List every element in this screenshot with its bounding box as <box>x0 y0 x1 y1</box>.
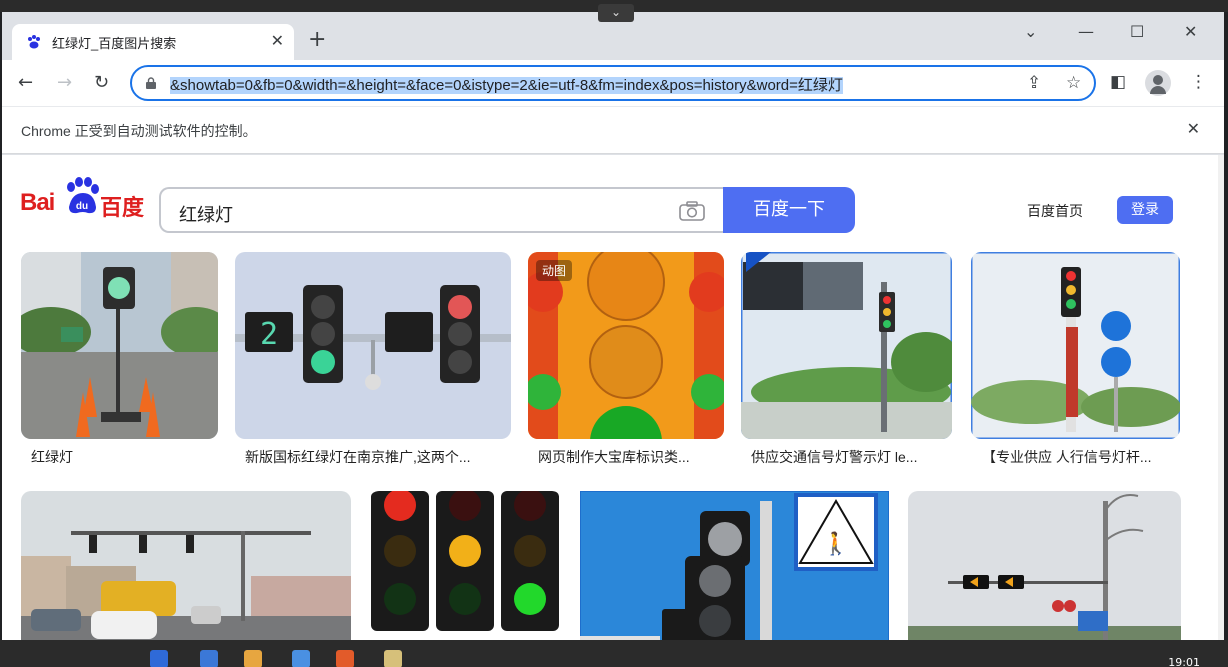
minimize-icon[interactable]: — <box>1078 22 1094 41</box>
logo-bai-text: Bai <box>20 189 55 216</box>
animated-badge: 动图 <box>536 260 573 281</box>
taskbar-app-icon[interactable] <box>244 650 262 667</box>
tab-title: 红绿灯_百度图片搜索 <box>52 36 177 51</box>
baidu-paw-logo-icon: du <box>67 177 99 214</box>
camera-icon[interactable] <box>679 201 705 221</box>
result-image-6[interactable] <box>21 491 351 640</box>
result-image-7[interactable] <box>369 491 562 640</box>
result-caption-1[interactable]: 红绿灯 <box>31 447 211 467</box>
baidu-paw-icon <box>28 35 40 49</box>
result-image-5[interactable] <box>971 252 1180 439</box>
share-icon[interactable]: ⇪ <box>1027 73 1041 93</box>
result-caption-2[interactable]: 新版国标红绿灯在南京推广,这两个... <box>245 447 505 467</box>
taskbar-clock[interactable]: 19:01 <box>1168 656 1200 667</box>
side-panel-icon[interactable]: ◧ <box>1110 72 1126 92</box>
tab-active[interactable]: 红绿灯_百度图片搜索 ✕ <box>12 24 294 60</box>
maximize-icon[interactable]: ☐ <box>1130 22 1144 41</box>
logo-du-text: du <box>76 201 88 212</box>
result-image-4[interactable] <box>741 252 952 439</box>
vertical-scrollbar[interactable] <box>1218 155 1224 640</box>
forward-arrow-icon[interactable]: → <box>57 72 72 93</box>
tab-close-icon[interactable]: ✕ <box>271 31 284 50</box>
logo-chinese-text: 百度 <box>100 196 145 221</box>
lock-icon <box>146 77 156 89</box>
tab-search-chevron-icon[interactable]: ⌄ <box>1024 22 1037 41</box>
search-button[interactable]: 百度一下 <box>723 187 855 233</box>
login-button[interactable]: 登录 <box>1117 196 1173 224</box>
baidu-logo[interactable]: Bai du 百度 <box>20 177 144 221</box>
os-taskbar: 19:01 <box>0 640 1228 667</box>
taskbar-app-icon[interactable] <box>200 650 218 667</box>
taskbar-app-icon[interactable] <box>150 650 168 667</box>
taskbar-app-icon[interactable] <box>292 650 310 667</box>
new-tab-button[interactable]: + <box>308 29 326 51</box>
result-image-8[interactable]: 🚶 <box>580 491 889 640</box>
baidu-home-link[interactable]: 百度首页 <box>1027 201 1083 221</box>
menu-kebab-icon[interactable]: ⋮ <box>1190 72 1207 92</box>
result-image-9[interactable] <box>908 491 1181 640</box>
result-image-1[interactable] <box>21 252 218 439</box>
result-caption-4[interactable]: 供应交通信号灯警示灯 le... <box>751 447 946 467</box>
chrome-window: 红绿灯_百度图片搜索 ✕ + ⌄ — ☐ ✕ ← → ↻ &showtab=0&… <box>2 12 1224 640</box>
result-image-3[interactable]: 动图 <box>528 252 724 439</box>
bookmark-star-icon[interactable]: ☆ <box>1066 73 1081 93</box>
screen: ⌄ 红绿灯_百度图片搜索 ✕ + ⌄ — ☐ ✕ ← → ↻ &showtab=… <box>0 0 1228 667</box>
automation-infobar: Chrome 正受到自动测试软件的控制。 ✕ <box>2 106 1224 154</box>
baidu-image-page: Bai du 百度 红绿灯 百度一下 百度首页 登录 红绿灯 2 新版国标红绿灯… <box>2 155 1220 640</box>
address-bar[interactable]: &showtab=0&fb=0&width=&height=&face=0&is… <box>130 65 1096 101</box>
result-caption-3[interactable]: 网页制作大宝库标识类... <box>538 447 718 467</box>
profile-avatar-icon[interactable] <box>1145 70 1171 96</box>
url-text[interactable]: &showtab=0&fb=0&width=&height=&face=0&is… <box>170 74 1016 94</box>
infobar-close-icon[interactable]: ✕ <box>1187 119 1200 138</box>
svg-text:🚶: 🚶 <box>822 531 849 557</box>
search-input[interactable]: 红绿灯 <box>159 187 725 233</box>
window-close-icon[interactable]: ✕ <box>1184 22 1197 41</box>
back-arrow-icon[interactable]: ← <box>18 72 33 93</box>
url-selected-text: &showtab=0&fb=0&width=&height=&face=0&is… <box>170 77 843 94</box>
taskbar-app-icon[interactable] <box>384 650 402 667</box>
infobar-message: Chrome 正受到自动测试软件的控制。 <box>21 123 257 139</box>
browser-toolbar: ← → ↻ &showtab=0&fb=0&width=&height=&fac… <box>2 60 1224 106</box>
svg-text:2: 2 <box>260 317 278 352</box>
result-image-2[interactable]: 2 <box>235 252 511 439</box>
result-caption-5[interactable]: 【专业供应 人行信号灯杆... <box>982 447 1177 467</box>
reload-icon[interactable]: ↻ <box>94 72 109 93</box>
search-query-text: 红绿灯 <box>179 205 233 226</box>
chevron-down-icon[interactable]: ⌄ <box>598 4 634 22</box>
taskbar-app-icon[interactable] <box>336 650 354 667</box>
